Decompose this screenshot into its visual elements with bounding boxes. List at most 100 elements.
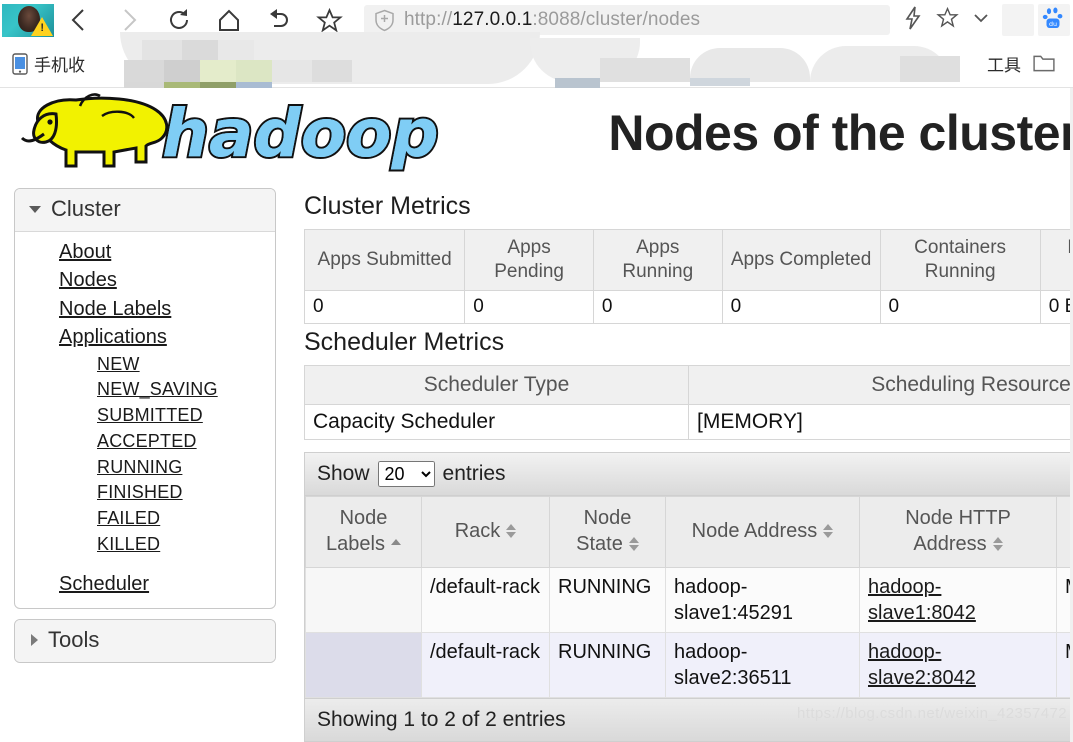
sidebar-item-accepted[interactable]: ACCEPTED xyxy=(15,429,275,455)
bookmark-item[interactable]: 工作 xyxy=(329,47,401,81)
cluster-metrics-table: Apps Submitted Apps Pending Apps Running… xyxy=(304,229,1073,324)
reload-icon xyxy=(166,7,192,33)
svg-text:hadoop: hadoop xyxy=(162,95,439,172)
col-scheduler-type[interactable]: Scheduler Type xyxy=(304,364,689,405)
sidebar-item-failed[interactable]: FAILED xyxy=(15,506,275,532)
bookmark-item-tools[interactable]: 工具 xyxy=(981,47,1027,81)
body-area: Cluster About Nodes Node Labels Applicat… xyxy=(0,188,1073,742)
folder-icon xyxy=(335,55,355,72)
cell-node-labels xyxy=(305,631,422,698)
datatable-length-control: Show 20 40 60 80 100 entries xyxy=(305,452,1073,496)
cell-scheduler-type: Capacity Scheduler xyxy=(304,403,689,440)
reload-button[interactable] xyxy=(154,0,204,40)
cell-rack: /default-rack xyxy=(421,631,550,698)
bookmark-item[interactable]: 页，整 xyxy=(266,47,329,81)
bookmark-censored-region[interactable] xyxy=(401,47,981,81)
sidebar-item-killed[interactable]: KILLED xyxy=(15,532,275,558)
cluster-metrics-title: Cluster Metrics xyxy=(304,192,471,220)
cell-memory-used: 0 B xyxy=(1039,289,1073,324)
forward-arrow-icon xyxy=(118,7,140,33)
forward-button[interactable] xyxy=(104,0,154,40)
col-apps-running[interactable]: Apps Running xyxy=(592,229,723,291)
browser-chrome: ! http://127.0.0.1:8088/cluster/nodes du… xyxy=(0,0,1073,90)
sidebar-item-scheduler[interactable]: Scheduler xyxy=(15,570,275,598)
lightning-icon xyxy=(903,6,923,35)
node-http-link[interactable]: hadoop-slave1:8042 xyxy=(868,576,976,624)
bookmark-censored[interactable] xyxy=(91,47,266,81)
cell-node-address: hadoop-slave1:45291 xyxy=(665,566,860,633)
page-size-select[interactable]: 20 40 60 80 100 xyxy=(377,460,435,487)
sidebar-item-running[interactable]: RUNNING xyxy=(15,455,275,481)
chevron-down-icon xyxy=(971,11,991,30)
sort-both-icon xyxy=(992,536,1003,552)
cell-apps-pending: 0 xyxy=(464,289,594,324)
bookmark-label: 页，整 xyxy=(272,56,323,75)
page-header: hadoop hadoop Nodes of the cluster xyxy=(0,88,1073,188)
sidebar-item-nodes[interactable]: Nodes xyxy=(15,266,275,294)
sidebar: Cluster About Nodes Node Labels Applicat… xyxy=(14,188,276,673)
col-apps-pending[interactable]: Apps Pending xyxy=(464,229,594,291)
col-rack-label: Rack xyxy=(454,519,501,542)
sidebar-cluster-label: Cluster xyxy=(51,196,121,221)
cell-node-http-address: hadoop-slave1:8042 xyxy=(859,566,1057,633)
cell-node-state: RUNNING xyxy=(549,566,666,633)
bookmark-label: 手机收 xyxy=(34,56,85,75)
main-content: Cluster Metrics Apps Submitted Apps Pend… xyxy=(304,188,1073,742)
home-button[interactable] xyxy=(204,0,254,40)
sidebar-item-submitted[interactable]: SUBMITTED xyxy=(15,403,275,429)
table-header-row: Node Labels Rack Node State Node Address xyxy=(305,495,1073,568)
sidebar-item-node-labels[interactable]: Node Labels xyxy=(15,295,275,323)
sidebar-cluster-body: About Nodes Node Labels Applications NEW… xyxy=(15,232,275,608)
col-node-address[interactable]: Node Address xyxy=(665,495,860,568)
lightning-button[interactable] xyxy=(896,5,930,35)
table-row: /default-rack RUNNING hadoop-slave1:4529… xyxy=(305,566,1073,633)
sidebar-item-finished[interactable]: FINISHED xyxy=(15,480,275,506)
favorites-button[interactable] xyxy=(304,0,354,40)
profile-avatar[interactable]: ! xyxy=(2,3,54,37)
col-node-state[interactable]: Node State xyxy=(549,495,666,568)
back-button[interactable] xyxy=(54,0,104,40)
sort-both-icon xyxy=(628,536,639,552)
col-rack[interactable]: Rack xyxy=(421,495,550,568)
sidebar-item-new-saving[interactable]: NEW_SAVING xyxy=(15,377,275,403)
extension-slot[interactable] xyxy=(1002,4,1034,36)
cell-apps-completed: 0 xyxy=(721,289,881,324)
address-menu-button[interactable] xyxy=(964,5,998,35)
shield-plus-icon xyxy=(374,9,395,32)
col-node-http-address[interactable]: Node HTTP Address xyxy=(859,495,1057,568)
cell-node-state: RUNNING xyxy=(549,631,666,698)
sidebar-item-new[interactable]: NEW xyxy=(15,352,275,378)
baidu-extension-button[interactable]: du xyxy=(1038,4,1070,36)
sidebar-tools-header[interactable]: Tools xyxy=(15,619,275,662)
url-text: http://127.0.0.1:8088/cluster/nodes xyxy=(404,9,701,30)
back-arrow-icon xyxy=(68,7,90,33)
browser-toolbar: ! http://127.0.0.1:8088/cluster/nodes du xyxy=(0,0,1073,40)
sidebar-item-about[interactable]: About xyxy=(15,238,275,266)
nodes-datatable: Show 20 40 60 80 100 entries xyxy=(304,451,1073,742)
address-bar[interactable]: http://127.0.0.1:8088/cluster/nodes xyxy=(364,5,890,35)
undo-arrow-icon xyxy=(266,7,292,33)
url-host: 127.0.0.1 xyxy=(452,9,533,30)
page-content: hadoop hadoop Nodes of the cluster Clust… xyxy=(0,88,1073,742)
col-scheduling-resource-type[interactable]: Scheduling Resource Type xyxy=(688,364,1073,405)
node-http-link[interactable]: hadoop-slave2:8042 xyxy=(868,641,976,689)
bookmark-folder[interactable] xyxy=(1027,47,1067,81)
col-apps-submitted[interactable]: Apps Submitted xyxy=(304,229,466,291)
svg-text:du: du xyxy=(1049,20,1057,28)
undo-button[interactable] xyxy=(254,0,304,40)
cell-apps-submitted: 0 xyxy=(304,289,466,324)
cell-scheduling-resource-type: [MEMORY] xyxy=(688,403,1073,440)
bookmark-item[interactable]: 手机收 xyxy=(6,47,91,81)
col-node-labels[interactable]: Node Labels xyxy=(305,495,422,568)
cell-rack: /default-rack xyxy=(421,566,550,633)
col-memory-used[interactable]: Memory Used xyxy=(1039,229,1073,291)
table-header-row: Scheduler Type Scheduling Resource Type xyxy=(304,364,1073,405)
sort-both-icon xyxy=(506,523,517,539)
sidebar-cluster-header[interactable]: Cluster xyxy=(15,189,275,232)
col-apps-completed[interactable]: Apps Completed xyxy=(721,229,881,291)
sidebar-tools-label: Tools xyxy=(48,626,100,652)
sidebar-item-applications[interactable]: Applications xyxy=(15,323,275,351)
col-containers-running[interactable]: Containers Running xyxy=(879,229,1041,291)
bookmark-star-button[interactable] xyxy=(930,5,964,35)
table-row: Capacity Scheduler [MEMORY] xyxy=(304,403,1073,440)
